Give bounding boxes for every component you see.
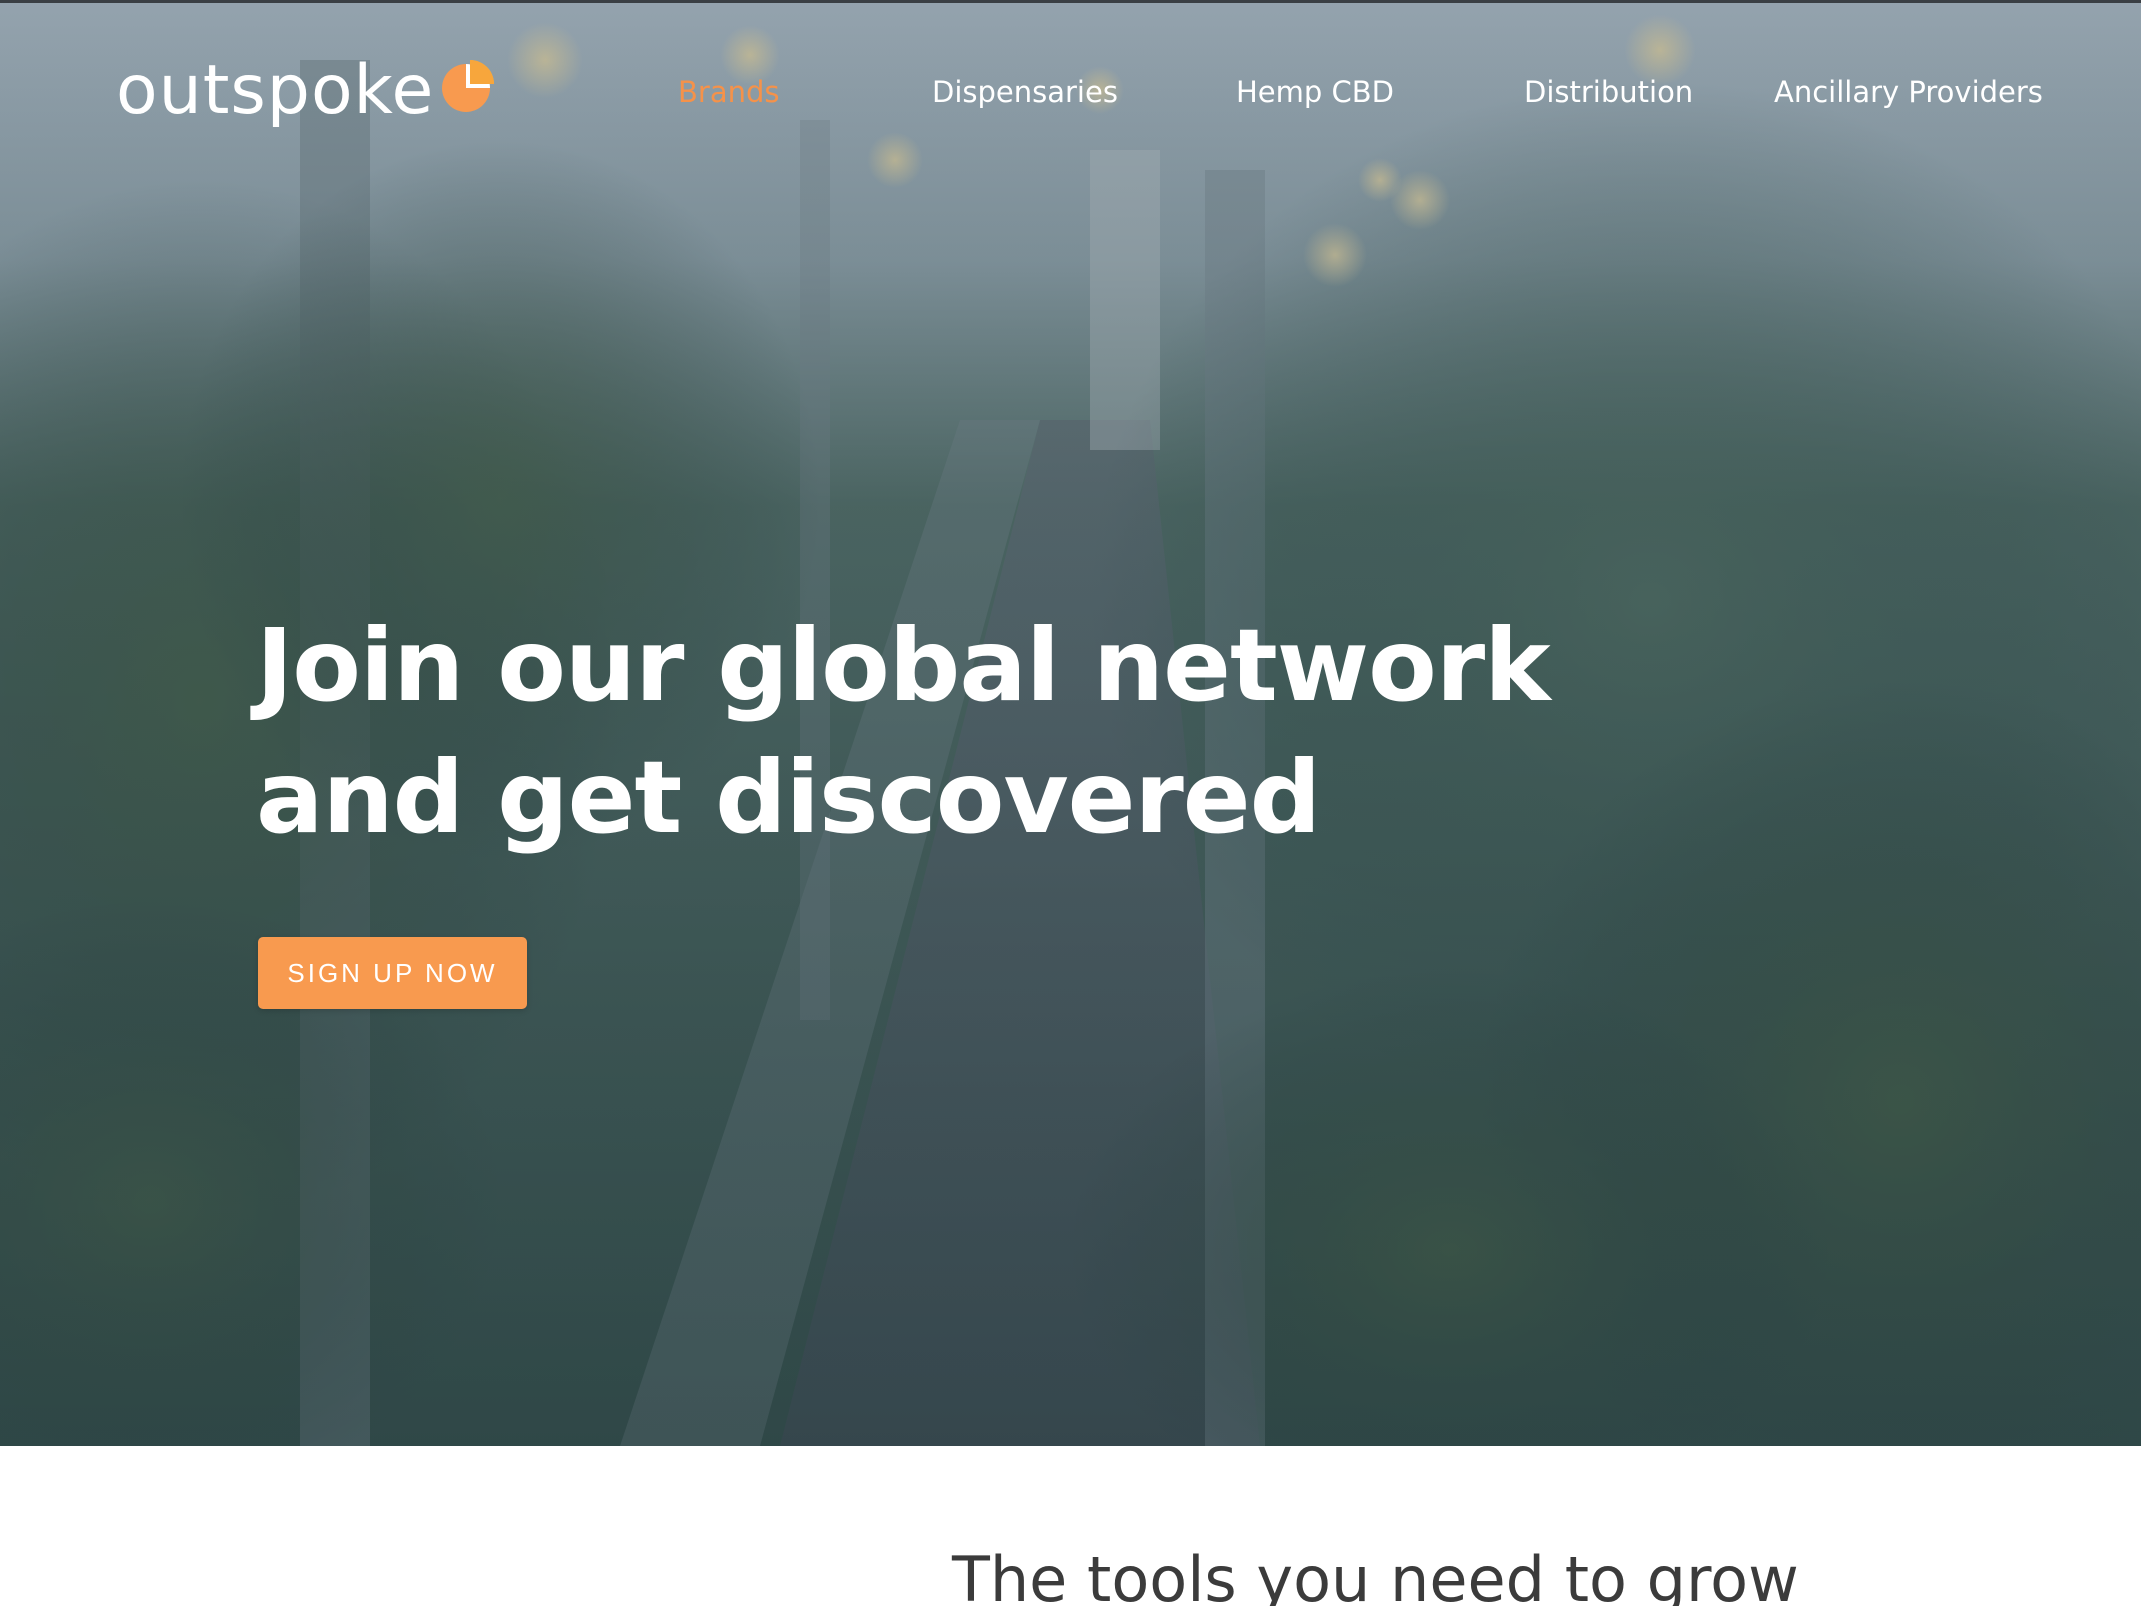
sign-up-button[interactable]: SIGN UP NOW (258, 937, 527, 1009)
logo-text: outspoke (116, 51, 435, 130)
pie-chart-icon (442, 60, 495, 112)
hero-title-line1: Join our global network (256, 607, 1551, 724)
page: outspoke Brands Dispensaries Hemp CBD Di… (0, 0, 2141, 1606)
nav-item-brands[interactable]: Brands (678, 72, 780, 112)
top-border (0, 0, 2141, 3)
nav-item-ancillary-providers[interactable]: Ancillary Providers (1774, 72, 2043, 112)
main-nav: outspoke Brands Dispensaries Hemp CBD Di… (0, 0, 2141, 180)
tools-section: The tools you need to grow (0, 1446, 2141, 1606)
nav-item-hemp-cbd[interactable]: Hemp CBD (1236, 72, 1394, 112)
hero-title: Join our global network and get discover… (256, 600, 1556, 864)
hero-title-line2: and get discovered (256, 739, 1321, 856)
logo[interactable]: outspoke (116, 46, 496, 136)
section-title: The tools you need to grow (952, 1543, 1799, 1606)
nav-item-distribution[interactable]: Distribution (1524, 72, 1693, 112)
nav-item-dispensaries[interactable]: Dispensaries (932, 72, 1118, 112)
hero-section: outspoke Brands Dispensaries Hemp CBD Di… (0, 0, 2141, 1446)
